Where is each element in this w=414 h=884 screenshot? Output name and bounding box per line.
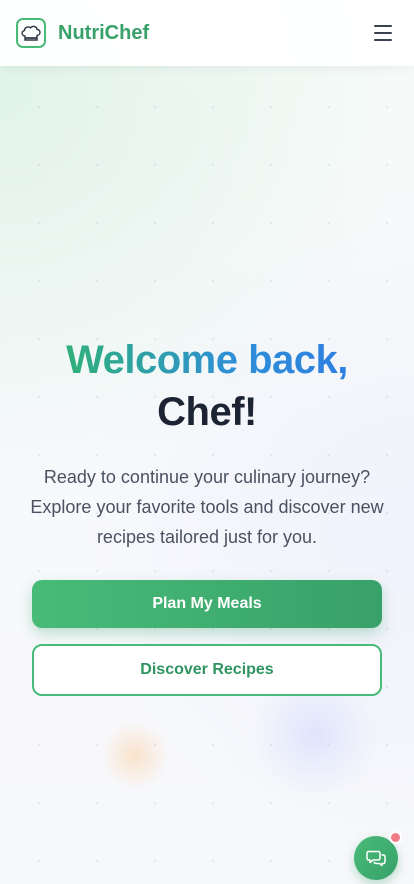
app-header: NutriChef [0, 0, 414, 66]
discover-recipes-button[interactable]: Discover Recipes [32, 644, 382, 696]
brand-name: NutriChef [58, 21, 150, 44]
chef-hat-icon [16, 18, 46, 48]
chat-bubbles-icon [366, 850, 386, 867]
welcome-title: Welcome back, Chef! [0, 334, 414, 438]
welcome-title-line1: Welcome back, [66, 338, 348, 382]
main-content: Welcome back, Chef! Ready to continue yo… [0, 66, 414, 884]
hamburger-menu-icon[interactable] [372, 24, 394, 42]
plan-my-meals-button[interactable]: Plan My Meals [32, 580, 382, 628]
welcome-subtitle: Ready to continue your culinary journey?… [30, 467, 384, 547]
notification-dot [389, 831, 402, 844]
welcome-title-line2: Chef! [157, 390, 257, 434]
brand[interactable]: NutriChef [16, 18, 149, 48]
